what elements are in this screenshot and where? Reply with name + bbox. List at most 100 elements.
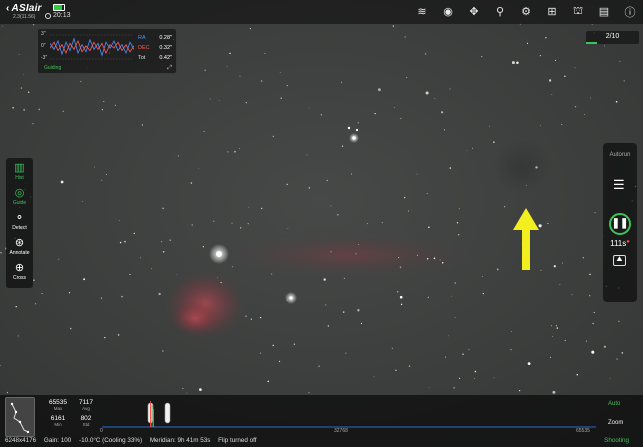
star [117, 334, 120, 336]
star [118, 220, 120, 221]
expand-icon[interactable]: ⤢ [167, 65, 172, 72]
star [162, 251, 165, 253]
star [564, 339, 566, 341]
star [564, 75, 566, 78]
star [451, 295, 453, 297]
star [245, 102, 247, 104]
star [133, 232, 135, 235]
star [510, 348, 512, 351]
telescope-icon[interactable]: ⚲ [491, 3, 509, 20]
sequence-counter[interactable]: 2/10 [586, 31, 639, 44]
star [177, 155, 179, 157]
star [124, 240, 126, 243]
star [101, 179, 103, 181]
white-point-slider[interactable] [164, 402, 171, 424]
star [20, 87, 23, 89]
star [190, 182, 193, 184]
star [226, 65, 228, 67]
meridian-time: Meridian: 9h 41m 53s [149, 437, 211, 444]
star [457, 233, 460, 236]
star [584, 114, 585, 115]
star [272, 135, 274, 138]
autorun-label[interactable]: Autorun [603, 152, 637, 158]
star [320, 114, 322, 116]
star [68, 292, 71, 294]
star [549, 356, 552, 358]
cooling-temp: -10.0°C (Cooling 33%) [78, 437, 143, 444]
star [357, 122, 359, 124]
star [238, 147, 240, 149]
hist-axis-mid: 32768 [334, 428, 348, 432]
star [141, 124, 144, 126]
star [458, 377, 461, 379]
star [2, 25, 4, 27]
observatory-icon[interactable]: ⛫ [569, 3, 587, 20]
guide-graph-panel[interactable]: 3" 0" -3" RA 0.28" DEC 0.32" Tot 0.42" Guid… [37, 28, 177, 74]
tool-detect[interactable]: ⚬ Detect [6, 211, 33, 235]
focuser-icon[interactable]: ⚙ [517, 3, 535, 20]
star [69, 327, 72, 330]
star [445, 356, 446, 358]
tool-annotate[interactable]: ⊛ Annotate [6, 236, 33, 260]
list-icon[interactable]: ☰ [613, 177, 625, 193]
left-toolbar: ▥ Hist ◎ Guide ⚬ Detect ⊛ Annotate ⊕ Cross [6, 158, 33, 288]
star [203, 131, 205, 133]
back-button[interactable]: ‹ ASIair [6, 3, 42, 14]
star [488, 125, 490, 127]
star [474, 370, 477, 373]
star [548, 79, 552, 82]
hist-avg: 7117 Avg [79, 399, 93, 411]
gallery-icon[interactable]: ⛰ [613, 255, 626, 266]
star [18, 54, 20, 55]
zoom-button[interactable]: Zoom [608, 420, 623, 426]
star [234, 150, 236, 153]
star [377, 88, 381, 92]
star [616, 358, 618, 360]
star [231, 266, 233, 268]
guide-ylabel-top: 3" [41, 31, 46, 37]
star [408, 365, 411, 367]
tool-guide[interactable]: ◎ Guide [6, 186, 33, 210]
preview-thumbnail[interactable] [5, 397, 35, 437]
star [308, 107, 310, 109]
star [539, 54, 542, 57]
star [151, 268, 152, 270]
auto-stretch-button[interactable]: Auto [608, 401, 620, 407]
star [555, 325, 558, 327]
tool-cross[interactable]: ⊕ Cross [6, 261, 33, 285]
star [341, 145, 344, 147]
star [239, 75, 241, 77]
guide-stat-dec: DEC 0.32" [138, 45, 172, 51]
star [468, 349, 470, 351]
device-toolbar: ≋ ◉ ✥ ⚲ ⚙ ⊞ ⛫ ▤ ⓘ [413, 3, 639, 20]
star [426, 258, 429, 260]
tool-hist[interactable]: ▥ Hist [6, 161, 33, 185]
star [424, 53, 427, 55]
info-icon[interactable]: ⓘ [621, 3, 639, 20]
star [574, 67, 576, 69]
histogram-chart[interactable]: 0 32768 65535 [100, 399, 598, 432]
flip-status: Flip turned off [218, 437, 257, 444]
star [400, 118, 402, 120]
filter-wheel-icon[interactable]: ⊞ [543, 3, 561, 20]
pause-button[interactable]: ❚❚ [609, 213, 631, 235]
wifi-icon[interactable]: ≋ [413, 3, 431, 20]
camera-icon[interactable]: ◉ [439, 3, 457, 20]
star [121, 295, 123, 298]
pause-icon: ❚❚ [611, 218, 629, 229]
star [259, 316, 262, 319]
star [425, 91, 429, 95]
star [326, 179, 328, 182]
star [216, 276, 218, 278]
star [426, 192, 428, 195]
storage-icon[interactable]: ▤ [595, 3, 613, 20]
star [186, 392, 188, 394]
star [231, 222, 233, 224]
star [458, 208, 460, 210]
star [103, 100, 105, 102]
star [94, 166, 96, 168]
star [23, 109, 25, 111]
guide-scope-icon[interactable]: ✥ [465, 3, 483, 20]
star [603, 345, 606, 348]
detect-icon: ⚬ [14, 212, 25, 224]
